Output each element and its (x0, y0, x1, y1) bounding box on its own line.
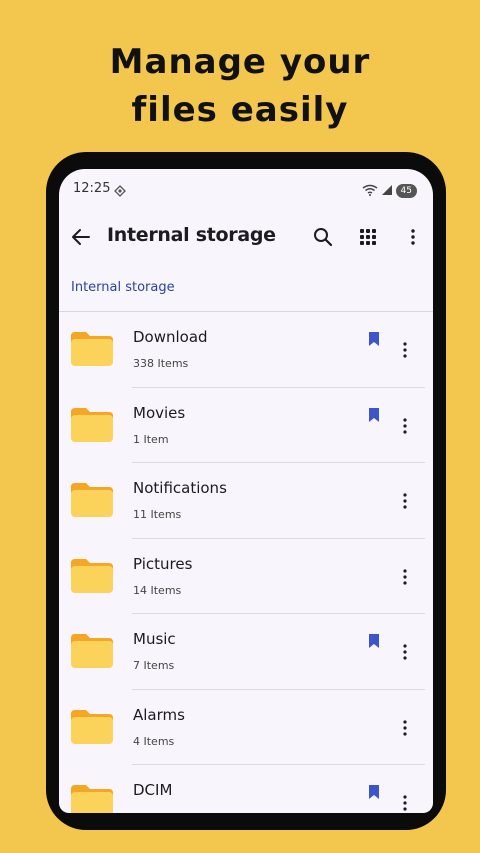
sim-icon (114, 182, 126, 201)
phone-frame: 12:25 45 Internal storage Internal stora… (46, 152, 446, 830)
folder-name: Notifications (133, 479, 227, 497)
grid-view-icon[interactable] (356, 225, 380, 249)
folder-name: Movies (133, 403, 186, 422)
list-item[interactable]: Notifications 11 Items (59, 463, 433, 539)
folder-name: DCIM (133, 781, 173, 799)
status-bar: 12:25 45 (59, 169, 433, 207)
breadcrumb[interactable]: Internal storage (71, 280, 175, 295)
back-arrow-icon[interactable] (69, 225, 93, 249)
folder-icon (69, 783, 115, 813)
search-icon[interactable] (311, 225, 335, 249)
folder-name: Alarms (133, 705, 185, 724)
folder-name: Pictures (133, 554, 193, 573)
folder-item-count: 14 Items (133, 583, 182, 597)
folder-name: Music (133, 630, 176, 648)
folder-list: Download 338 Items Movies 1 Item Notific… (59, 312, 433, 813)
folder-icon (69, 406, 115, 444)
list-item[interactable]: DCIM (59, 765, 433, 813)
bookmark-icon[interactable] (368, 331, 380, 347)
folder-icon (69, 557, 115, 595)
more-vert-icon[interactable] (401, 225, 425, 249)
more-vert-icon[interactable] (393, 716, 417, 740)
more-vert-icon[interactable] (393, 565, 417, 589)
more-vert-icon[interactable] (393, 640, 417, 664)
phone-screen: 12:25 45 Internal storage Internal stora… (59, 169, 433, 813)
list-item[interactable]: Movies 1 Item (59, 388, 433, 463)
app-bar: Internal storage (59, 207, 433, 267)
status-right: 45 (362, 181, 417, 200)
bookmark-icon[interactable] (368, 407, 380, 423)
folder-item-count: 11 Items (133, 508, 182, 521)
promo-line-1: Manage your (109, 42, 371, 82)
more-vert-icon[interactable] (393, 791, 417, 813)
promo-line-2: files easily (131, 90, 349, 130)
folder-item-count: 4 Items (133, 734, 175, 748)
list-item[interactable]: Pictures 14 Items (59, 539, 433, 614)
list-item[interactable]: Download 338 Items (59, 312, 433, 388)
page-title: Internal storage (107, 224, 276, 246)
more-vert-icon[interactable] (393, 338, 417, 362)
folder-item-count: 7 Items (133, 659, 175, 672)
folder-icon (69, 632, 115, 670)
more-vert-icon[interactable] (393, 489, 417, 513)
list-item[interactable]: Music 7 Items (59, 614, 433, 690)
folder-icon (69, 481, 115, 519)
more-vert-icon[interactable] (393, 414, 417, 438)
signal-icon (381, 181, 393, 200)
promo-headline: Manage your files easily (0, 38, 480, 134)
folder-icon (69, 708, 115, 746)
status-time: 12:25 (73, 181, 111, 196)
folder-item-count: 1 Item (133, 432, 169, 446)
list-item[interactable]: Alarms 4 Items (59, 690, 433, 765)
folder-item-count: 338 Items (133, 357, 189, 370)
bookmark-icon[interactable] (368, 633, 380, 649)
folder-icon (69, 330, 115, 368)
wifi-icon (362, 181, 378, 200)
folder-name: Download (133, 328, 208, 346)
battery-indicator: 45 (395, 183, 417, 198)
bookmark-icon[interactable] (368, 784, 380, 800)
